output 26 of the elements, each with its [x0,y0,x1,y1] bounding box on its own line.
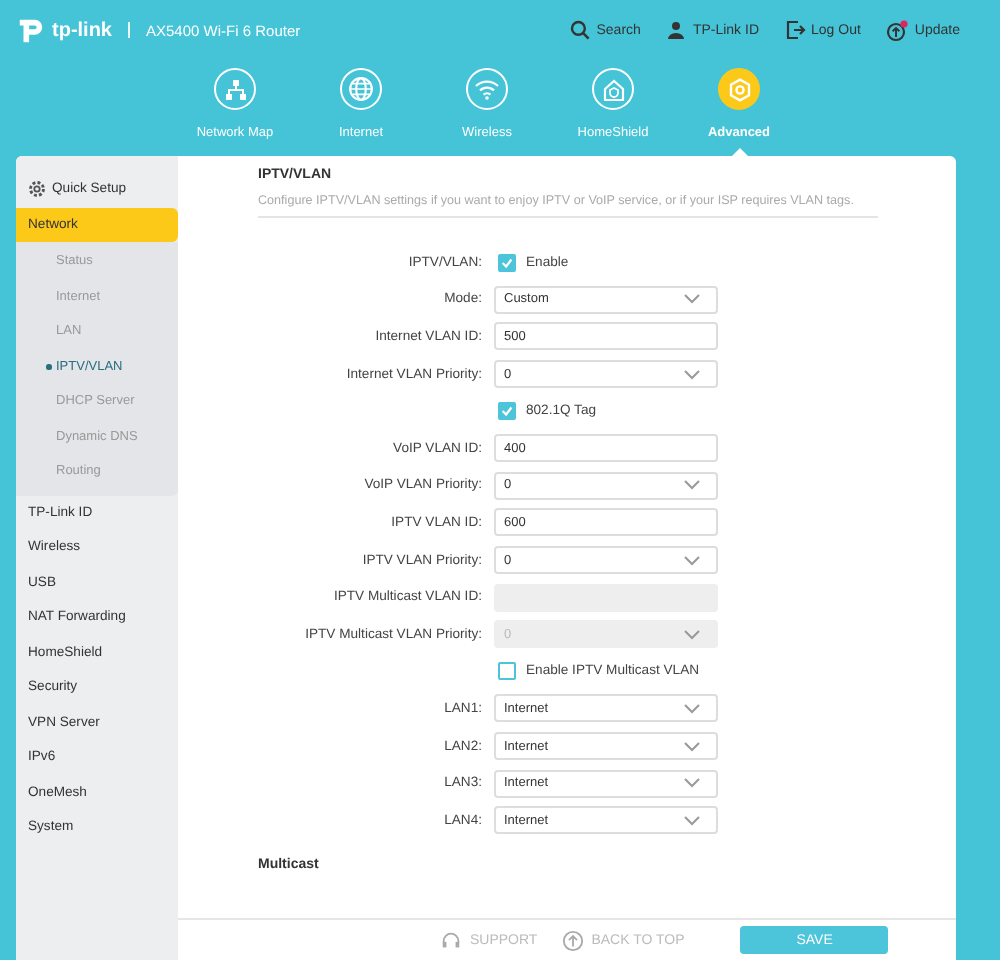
update-icon [886,19,909,41]
checkbox[interactable] [498,662,516,681]
chevron-down-icon [684,778,700,789]
headset-icon [440,929,462,951]
up-arrow-icon [561,929,584,951]
chevron-down-icon [684,480,700,491]
checkbox[interactable] [498,253,516,272]
checkbox[interactable] [498,402,516,421]
chevron-down-icon [684,629,700,640]
logo-text: tp-link [52,19,112,41]
wifi-icon [474,78,500,100]
chevron-down-icon [684,294,700,305]
logo-icon [16,15,46,45]
chevron-down-icon [684,703,700,714]
chevron-down-icon [684,555,700,566]
person-icon [666,20,687,40]
gear-icon [727,77,751,101]
search-icon [570,20,591,40]
network-map-icon [223,77,247,101]
logout-icon [785,20,805,40]
gear-icon [28,180,46,199]
house-shield-icon [601,77,625,101]
chevron-down-icon [684,815,700,826]
chevron-down-icon [684,741,700,752]
chevron-down-icon [684,369,700,380]
globe-icon [348,76,374,102]
